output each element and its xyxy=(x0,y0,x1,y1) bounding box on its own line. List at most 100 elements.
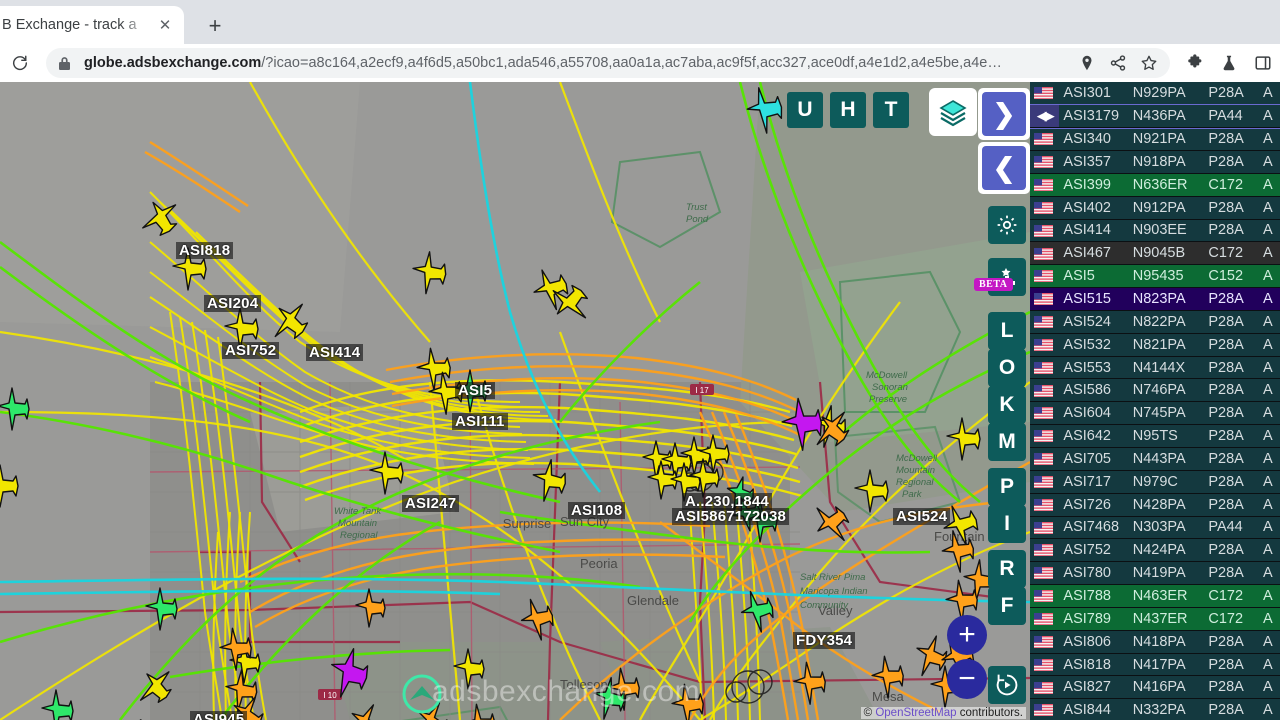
table-row[interactable]: ASI402 N912PA P28A A xyxy=(1030,196,1280,220)
callsign-cell: ASI402 xyxy=(1059,196,1129,220)
callsign-cell: ASI806 xyxy=(1059,630,1129,654)
table-row[interactable]: ASI586 N746PA P28A A xyxy=(1030,378,1280,403)
aircraft-label[interactable]: ASI524 xyxy=(893,508,951,525)
aircraft-label[interactable]: ASI204 xyxy=(204,295,262,312)
map-button-r[interactable]: R xyxy=(988,550,1026,588)
registration-cell: N921PA xyxy=(1128,127,1205,152)
table-row[interactable]: ASI399 N636ER C172 A xyxy=(1030,173,1280,197)
table-row[interactable]: ASI524 N822PA P28A A xyxy=(1030,310,1280,334)
aircraft-label[interactable]: ASI818 xyxy=(176,242,234,259)
extra-column-cell: A xyxy=(1258,630,1280,654)
map-button-f[interactable]: F xyxy=(988,587,1026,625)
toolbar-actions xyxy=(1176,54,1280,72)
table-row[interactable]: ASI532 N821PA P28A A xyxy=(1030,333,1280,357)
table-row[interactable]: ASI844 N332PA P28A A xyxy=(1030,698,1280,720)
map-layers-button[interactable] xyxy=(929,88,977,136)
type-cell: P28A xyxy=(1204,378,1259,403)
table-row[interactable]: ASI515 N823PA P28A A xyxy=(1030,287,1280,311)
map-button-t[interactable]: T xyxy=(873,92,909,128)
map-button-i[interactable]: I xyxy=(988,505,1026,543)
map-button-l[interactable]: L xyxy=(988,312,1026,350)
extra-column-cell: A xyxy=(1258,173,1280,197)
new-tab-button[interactable]: + xyxy=(200,11,230,41)
gear-icon xyxy=(997,215,1017,235)
extra-column-cell: A xyxy=(1258,447,1280,471)
aircraft-list-panel[interactable]: ASI301 N929PA P28A A ◀▶ ASI3179 N436PA PA44 A ASI… xyxy=(1030,82,1280,720)
flag-cell xyxy=(1030,424,1060,448)
callsign-cell: ASI789 xyxy=(1059,607,1129,631)
reload-icon[interactable] xyxy=(2,48,38,78)
sidebar-panel-icon[interactable] xyxy=(1254,54,1272,72)
table-row[interactable]: ASI553 N4144X P28A A xyxy=(1030,356,1280,380)
browser-tab[interactable]: B Exchange - track a ✕ xyxy=(0,6,184,44)
extra-column-cell: A xyxy=(1258,333,1280,357)
close-icon[interactable]: ✕ xyxy=(154,14,176,36)
share-icon[interactable] xyxy=(1109,54,1127,72)
location-pin-icon[interactable] xyxy=(1078,54,1096,72)
type-cell: P28A xyxy=(1204,219,1259,243)
chevron-right-icon[interactable]: ❯ xyxy=(982,92,1026,136)
aircraft-label[interactable]: ASI752 xyxy=(222,342,280,359)
table-row[interactable]: ASI414 N903EE P28A A xyxy=(1030,219,1280,243)
us-flag-icon xyxy=(1034,178,1053,191)
svg-text:Community: Community xyxy=(800,600,849,611)
table-row[interactable]: ASI340 N921PA P28A A xyxy=(1030,127,1280,152)
table-row[interactable]: ◀▶ ASI3179 N436PA PA44 A xyxy=(1030,103,1280,129)
map-button-o[interactable]: O xyxy=(988,349,1026,387)
table-row[interactable]: ASI604 N745PA P28A A xyxy=(1030,401,1280,426)
bookmark-star-icon[interactable] xyxy=(1140,54,1158,72)
aircraft-label[interactable]: ASI5867172038 xyxy=(672,508,790,525)
settings-button[interactable] xyxy=(988,206,1026,244)
aircraft-label[interactable]: ASI414 xyxy=(306,344,364,361)
table-row[interactable]: ASI5 N95435 C152 A xyxy=(1030,264,1280,289)
callsign-cell: ASI467 xyxy=(1059,241,1129,266)
replay-button[interactable] xyxy=(988,666,1026,704)
table-row[interactable]: ASI705 N443PA P28A A xyxy=(1030,447,1280,471)
table-row[interactable]: ASI717 N979C P28A A xyxy=(1030,470,1280,494)
next-aircraft-button[interactable]: ❯ xyxy=(978,88,1030,140)
map-button-p[interactable]: P xyxy=(988,468,1026,506)
callsign-cell: ASI357 xyxy=(1059,150,1129,174)
openstreetmap-link[interactable]: OpenStreetMap xyxy=(875,707,956,719)
table-row[interactable]: ASI780 N419PA P28A A xyxy=(1030,561,1280,586)
flag-cell xyxy=(1030,127,1060,152)
aircraft-label[interactable]: ASI945 xyxy=(190,711,248,720)
extra-column-cell: A xyxy=(1258,264,1280,289)
map-button-k[interactable]: K xyxy=(988,386,1026,424)
map-button-h[interactable]: H xyxy=(830,92,866,128)
registration-cell: N443PA xyxy=(1128,447,1205,471)
table-row[interactable]: ASI806 N418PA P28A A xyxy=(1030,630,1280,654)
table-row[interactable]: ASI467 N9045B C172 A xyxy=(1030,241,1280,266)
prev-aircraft-button[interactable]: ❮ xyxy=(978,142,1030,194)
aircraft-label[interactable]: FDY354 xyxy=(793,632,856,649)
aircraft-label[interactable]: ASI111 xyxy=(452,413,508,430)
address-bar[interactable]: globe.adsbexchange.com/?icao=a8c164,a2ec… xyxy=(46,48,1170,78)
map-button-m[interactable]: M xyxy=(988,423,1026,461)
table-row[interactable]: ASI726 N428PA P28A A xyxy=(1030,493,1280,517)
us-flag-icon xyxy=(1034,133,1053,146)
aircraft-label[interactable]: ASI247 xyxy=(402,495,460,512)
table-row[interactable]: ASI827 N416PA P28A A xyxy=(1030,675,1280,700)
table-row[interactable]: ASI301 N929PA P28A A xyxy=(1030,82,1280,106)
map-canvas[interactable]: Surprise Sun City Peoria Glendale Tolles… xyxy=(0,82,1030,720)
attribution-suffix: contributors. xyxy=(956,707,1023,719)
aircraft-label[interactable]: ASI108 xyxy=(568,502,626,519)
map-button-u[interactable]: U xyxy=(787,92,823,128)
extra-column-cell: A xyxy=(1258,424,1280,448)
table-row[interactable]: ASI642 N95TS P28A A xyxy=(1030,424,1280,448)
table-row[interactable]: ASI789 N437ER C172 A xyxy=(1030,607,1280,631)
zoom-in-button[interactable]: + xyxy=(947,615,987,655)
zoom-out-button[interactable]: − xyxy=(947,659,987,699)
chevron-left-icon[interactable]: ❮ xyxy=(982,146,1026,190)
table-row[interactable]: ASI357 N918PA P28A A xyxy=(1030,150,1280,174)
table-row[interactable]: ASI788 N463ER C172 A xyxy=(1030,584,1280,608)
svg-text:Regional: Regional xyxy=(340,530,378,541)
aircraft-label[interactable]: ASI5 xyxy=(455,382,496,399)
table-row[interactable]: ASI7468 N303PA PA44 A xyxy=(1030,516,1280,540)
experiments-flask-icon[interactable] xyxy=(1220,54,1238,72)
type-cell: P28A xyxy=(1204,196,1259,220)
table-row[interactable]: ASI818 N417PA P28A A xyxy=(1030,653,1280,677)
extensions-puzzle-icon[interactable] xyxy=(1186,54,1204,72)
table-row[interactable]: ASI752 N424PA P28A A xyxy=(1030,538,1280,563)
extra-column-cell: A xyxy=(1258,561,1280,586)
